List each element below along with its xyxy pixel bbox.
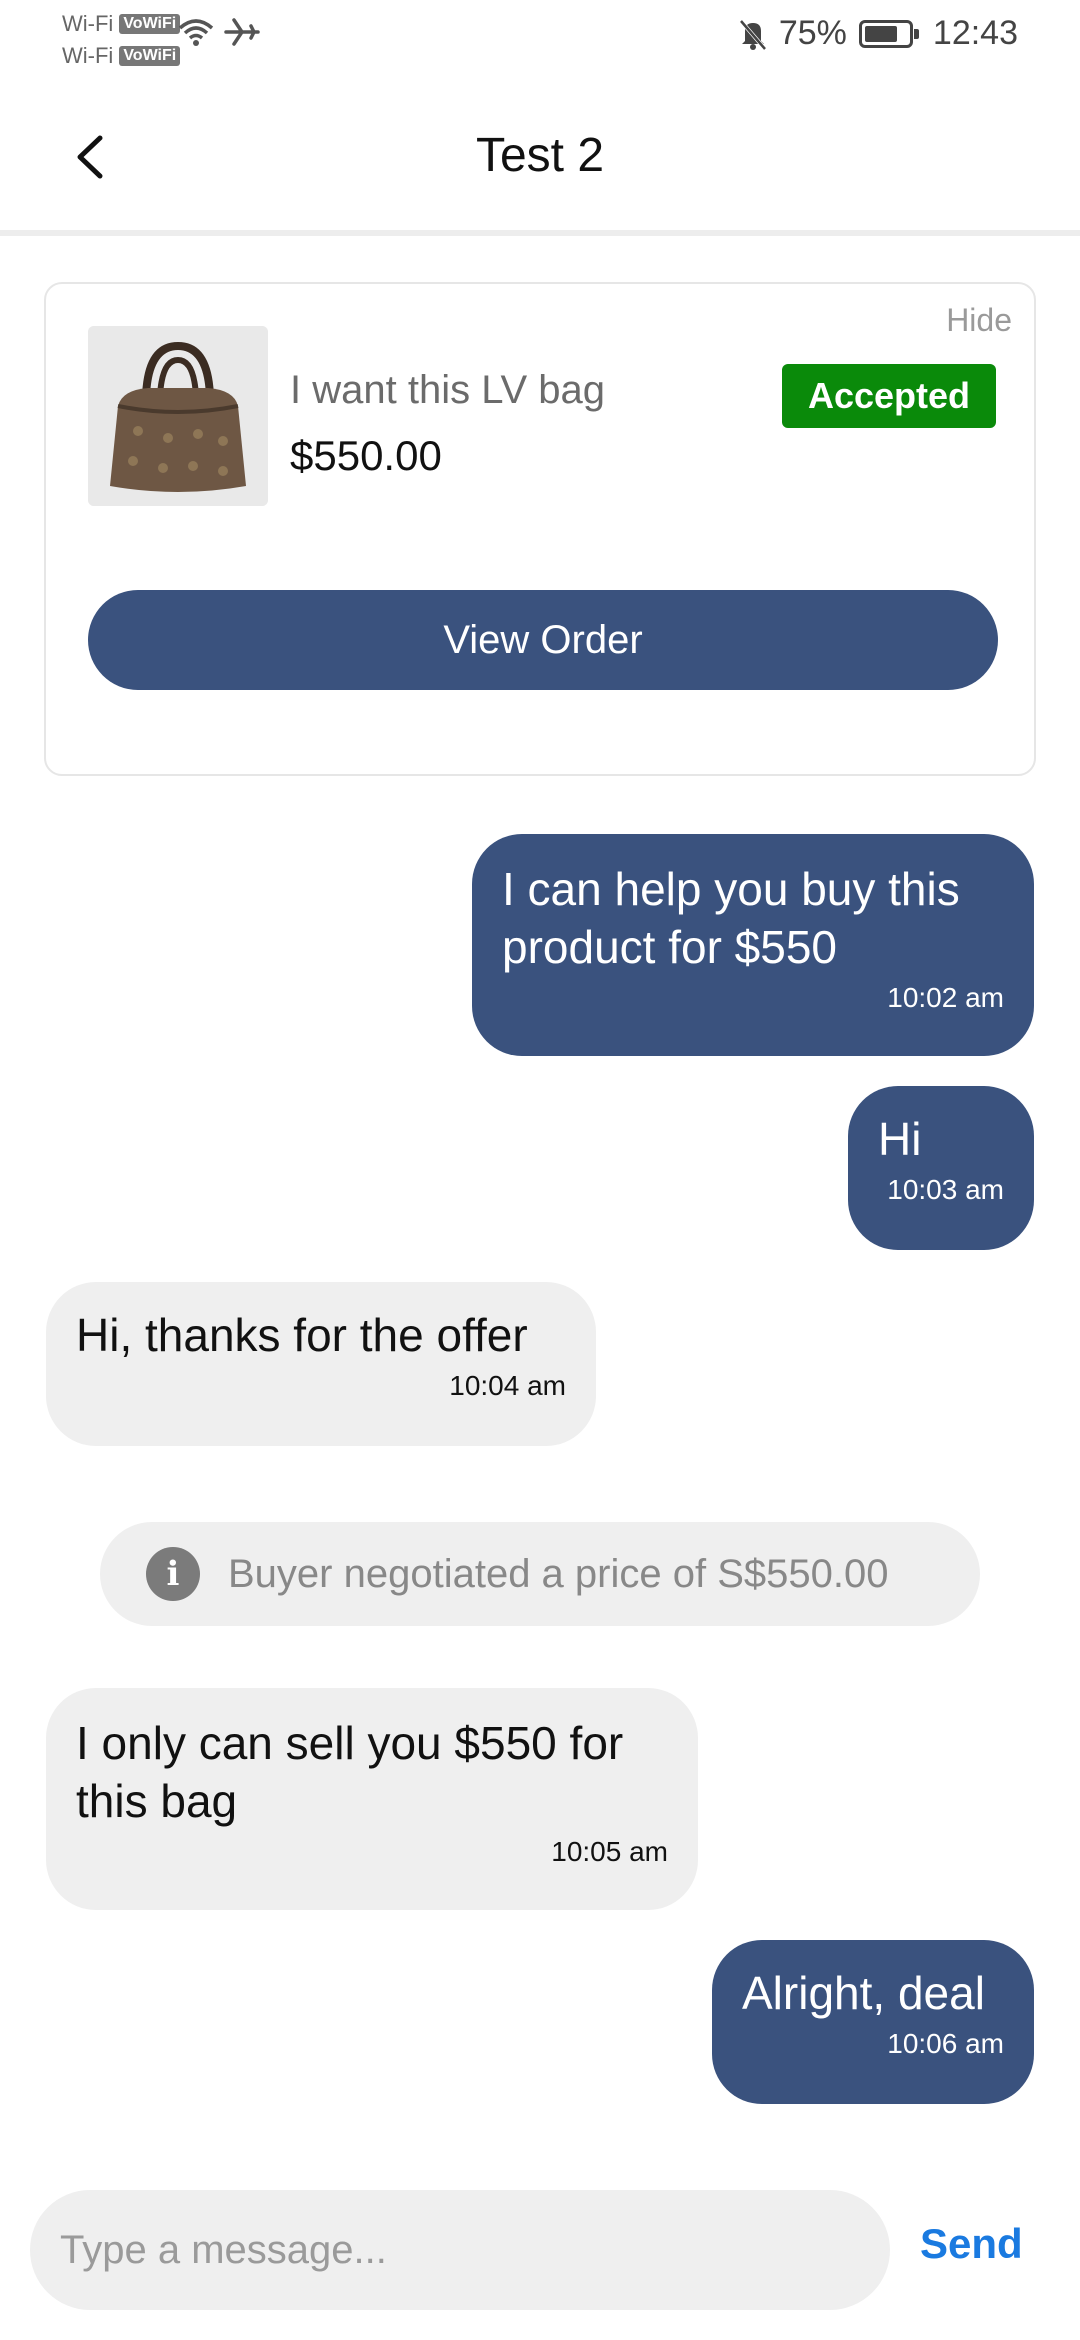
wifi-icon	[178, 19, 214, 46]
page-title: Test 2	[475, 129, 605, 182]
product-price: $550.00	[290, 432, 442, 479]
info-icon: i	[146, 1547, 200, 1601]
message-text: I can help you buy this product for $550	[502, 863, 960, 973]
battery-icon	[858, 19, 919, 48]
battery-percent: 75%	[778, 14, 847, 52]
hide-button[interactable]: Hide	[946, 302, 1012, 339]
system-notification: i Buyer negotiated a price of S$550.00	[100, 1522, 980, 1626]
message-bubble-incoming: I only can sell you $550 for this bag 10…	[46, 1688, 698, 1910]
message-text: Hi	[878, 1113, 922, 1165]
message-input[interactable]: Type a message...	[30, 2190, 890, 2310]
wifi-label-2: Wi-Fi	[62, 43, 114, 68]
system-note-text: Buyer negotiated a price of S$550.00	[228, 1551, 889, 1596]
view-order-button[interactable]: View Order	[88, 590, 998, 690]
clock: 12:43	[932, 14, 1018, 52]
product-name: I want this LV bag	[290, 368, 605, 412]
airplane-icon	[224, 18, 260, 46]
order-card: Hide I want this LV bag $550.00 Accepted…	[44, 282, 1036, 776]
message-text: Hi, thanks for the offer	[76, 1309, 528, 1361]
message-time: 10:06 am	[887, 2028, 1004, 2059]
vowifi-badge-2: VoWiFi	[119, 46, 181, 66]
product-image	[88, 326, 268, 506]
mute-bell-icon	[739, 19, 767, 50]
message-time: 10:05 am	[551, 1836, 668, 1867]
wifi-label-1: Wi-Fi	[62, 11, 114, 36]
vowifi-badge-1: VoWiFi	[119, 14, 181, 34]
status-bar: Wi-Fi VoWiFi Wi-Fi VoWiFi 75% 12:43	[0, 0, 1080, 80]
message-time: 10:03 am	[887, 1174, 1004, 1205]
message-bubble-outgoing: Hi 10:03 am	[848, 1086, 1034, 1250]
message-time: 10:02 am	[887, 982, 1004, 1013]
send-button[interactable]: Send	[920, 2220, 1023, 2268]
message-time: 10:04 am	[449, 1370, 566, 1401]
message-bubble-outgoing: Alright, deal 10:06 am	[712, 1940, 1034, 2104]
chat-header: Test 2	[0, 80, 1080, 236]
status-badge: Accepted	[782, 364, 996, 428]
network-indicators: Wi-Fi VoWiFi Wi-Fi VoWiFi	[62, 8, 181, 72]
message-text: Alright, deal	[742, 1967, 985, 2019]
message-bubble-incoming: Hi, thanks for the offer 10:04 am	[46, 1282, 596, 1446]
message-bubble-outgoing: I can help you buy this product for $550…	[472, 834, 1034, 1056]
message-text: I only can sell you $550 for this bag	[76, 1717, 624, 1827]
